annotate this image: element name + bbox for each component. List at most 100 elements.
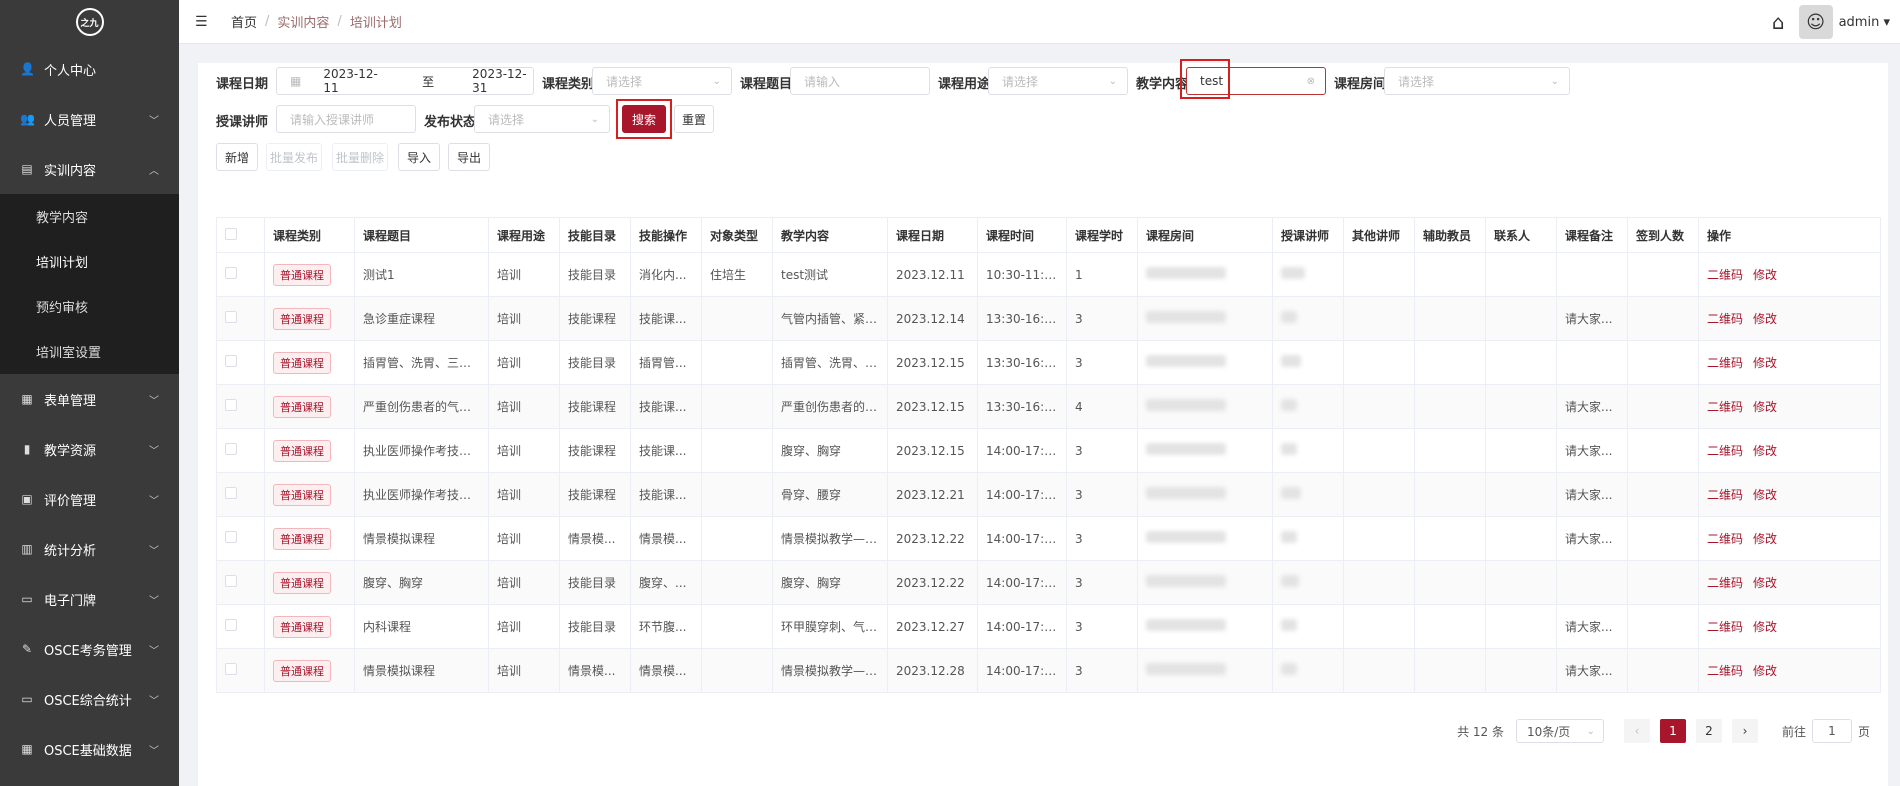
qrcode-link[interactable]: 二维码: [1707, 532, 1743, 546]
sidebar-item-label: 评价管理: [44, 493, 97, 509]
cell-title: 执业医师操作考技能...: [354, 428, 489, 473]
avatar[interactable]: ☺: [1798, 5, 1833, 39]
home-icon[interactable]: ⌂: [1772, 10, 1785, 34]
edit-link[interactable]: 修改: [1753, 312, 1777, 326]
row-checkbox[interactable]: [225, 355, 237, 367]
page-size-select[interactable]: 10条/页 ⌄: [1515, 719, 1604, 743]
column-header: 其他讲师: [1343, 217, 1415, 253]
edit-link[interactable]: 修改: [1753, 400, 1777, 414]
edit-link[interactable]: 修改: [1753, 356, 1777, 370]
course-use-select[interactable]: 请选择 ⌄: [988, 67, 1128, 95]
prev-page-icon[interactable]: ‹: [1623, 719, 1650, 743]
cell-time: 13:30-16:30: [977, 296, 1067, 341]
reset-button[interactable]: 重置: [674, 105, 714, 133]
chevron-down-icon: ⌄: [1108, 75, 1117, 87]
edit-link[interactable]: 修改: [1753, 620, 1777, 634]
cell-teacher: [1272, 340, 1344, 385]
goto-page-input[interactable]: 1: [1811, 719, 1852, 743]
row-checkbox[interactable]: [225, 619, 237, 631]
qrcode-link[interactable]: 二维码: [1707, 664, 1743, 678]
menu-toggle-icon[interactable]: ☰: [195, 14, 211, 30]
edit-link[interactable]: 修改: [1753, 664, 1777, 678]
qrcode-link[interactable]: 二维码: [1707, 268, 1743, 282]
page-2[interactable]: 2: [1695, 719, 1722, 743]
column-header: 课程时间: [977, 217, 1067, 253]
sidebar-item-2[interactable]: ▤ 实训内容 ︿: [0, 144, 179, 194]
submenu-item-1[interactable]: 培训计划: [0, 239, 179, 284]
sidebar-item-10[interactable]: ▦ OSCE基础数据 ﹀: [0, 724, 179, 774]
edit-link[interactable]: 修改: [1753, 444, 1777, 458]
course-title-input[interactable]: 请输入: [790, 67, 930, 95]
cell-use: 培训: [488, 604, 560, 649]
sidebar-item-1[interactable]: 👥 人员管理 ﹀: [0, 94, 179, 144]
sidebar-item-0[interactable]: 👤 个人中心: [0, 44, 179, 94]
batch-delete-button[interactable]: 批量删除: [332, 143, 388, 171]
qrcode-link[interactable]: 二维码: [1707, 620, 1743, 634]
row-checkbox[interactable]: [225, 663, 237, 675]
row-checkbox[interactable]: [225, 443, 237, 455]
batch-publish-button[interactable]: 批量发布: [266, 143, 322, 171]
cell-date: 2023.12.15: [887, 384, 978, 429]
publish-status-select[interactable]: 请选择 ⌄: [474, 105, 610, 133]
edit-link[interactable]: 修改: [1753, 488, 1777, 502]
submenu-item-3[interactable]: 培训室设置: [0, 329, 179, 374]
cell-skill_dir: 情景模...: [559, 648, 631, 693]
cell-date: 2023.12.28: [887, 648, 978, 693]
edit-link[interactable]: 修改: [1753, 268, 1777, 282]
breadcrumb-plan: 培训计划: [349, 16, 402, 31]
submenu-item-0[interactable]: 教学内容: [0, 194, 179, 239]
sidebar-item-6[interactable]: ▥ 统计分析 ﹀: [0, 524, 179, 574]
user-menu[interactable]: admin ▾: [1839, 15, 1890, 30]
qrcode-link[interactable]: 二维码: [1707, 356, 1743, 370]
cell-target: [701, 648, 773, 693]
course-type-select[interactable]: 请选择 ⌄: [592, 67, 732, 95]
cell-hours: 3: [1066, 428, 1138, 473]
course-type-tag: 普通课程: [273, 307, 331, 330]
date-range-picker[interactable]: ▦ 2023-12-11 至 2023-12-31: [276, 67, 534, 95]
sidebar-item-8[interactable]: ✎ OSCE考务管理 ﹀: [0, 624, 179, 674]
sidebar-item-label: 教学资源: [44, 443, 97, 459]
select-all-checkbox[interactable]: [225, 227, 237, 240]
chevron-down-icon: ﹀: [149, 395, 159, 407]
next-page-icon[interactable]: ›: [1731, 719, 1758, 743]
qrcode-link[interactable]: 二维码: [1707, 488, 1743, 502]
row-checkbox[interactable]: [225, 487, 237, 499]
cell-title: 严重创伤患者的气道...: [354, 384, 489, 429]
sidebar-item-3[interactable]: ▦ 表单管理 ﹀: [0, 374, 179, 424]
breadcrumb-content[interactable]: 实训内容: [277, 12, 329, 31]
column-header: 教学内容: [772, 217, 888, 253]
row-checkbox[interactable]: [225, 399, 237, 411]
row-checkbox[interactable]: [225, 575, 237, 587]
row-checkbox[interactable]: [225, 267, 237, 279]
sidebar-item-7[interactable]: ▭ 电子门牌 ﹀: [0, 574, 179, 624]
sidebar-item-9[interactable]: ▭ OSCE综合统计 ﹀: [0, 674, 179, 724]
cell-hours: 3: [1066, 472, 1138, 517]
course-room-select[interactable]: 请选择 ⌄: [1384, 67, 1570, 95]
cell-target: [701, 340, 773, 385]
qrcode-link[interactable]: 二维码: [1707, 400, 1743, 414]
sidebar-item-4[interactable]: ▮ 教学资源 ﹀: [0, 424, 179, 474]
edit-link[interactable]: 修改: [1753, 532, 1777, 546]
clear-icon[interactable]: ⊗: [1307, 76, 1315, 87]
cell-title: 测试1: [354, 252, 489, 297]
qrcode-link[interactable]: 二维码: [1707, 576, 1743, 590]
qrcode-link[interactable]: 二维码: [1707, 312, 1743, 326]
add-button[interactable]: 新增: [216, 143, 258, 171]
page-1[interactable]: 1: [1659, 719, 1686, 743]
edit-link[interactable]: 修改: [1753, 576, 1777, 590]
row-checkbox[interactable]: [225, 531, 237, 543]
cell-use: 培训: [488, 252, 560, 297]
teacher-input[interactable]: 请输入授课讲师: [276, 105, 416, 133]
export-button[interactable]: 导出: [448, 143, 490, 171]
highlight-box: [616, 99, 672, 139]
cell-date: 2023.12.27: [887, 604, 978, 649]
breadcrumb-home[interactable]: 首页: [231, 12, 257, 31]
highlight-box: [1180, 59, 1230, 99]
sidebar-item-5[interactable]: ▣ 评价管理 ﹀: [0, 474, 179, 524]
submenu-item-2[interactable]: 预约审核: [0, 284, 179, 329]
qrcode-link[interactable]: 二维码: [1707, 444, 1743, 458]
person-icon: 👤: [20, 62, 35, 76]
course-type-label: 课程类别: [542, 77, 595, 92]
row-checkbox[interactable]: [225, 311, 237, 323]
import-button[interactable]: 导入: [398, 143, 440, 171]
